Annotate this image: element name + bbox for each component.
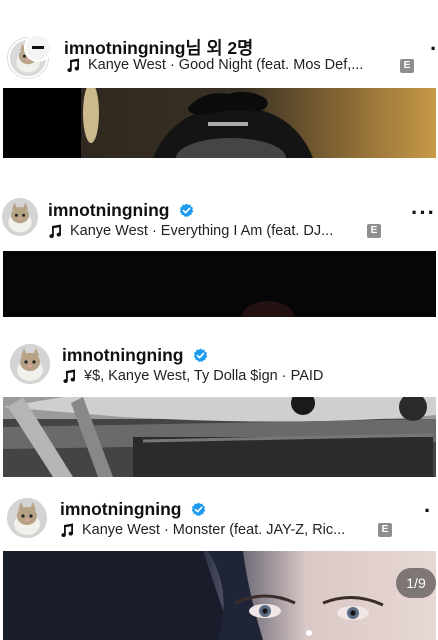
verified-badge-icon	[192, 502, 206, 517]
photo-image	[3, 88, 436, 158]
post-photo-1[interactable]	[3, 88, 436, 158]
avatar-stack-second	[24, 34, 52, 62]
music-note-icon	[63, 369, 76, 383]
more-options-icon[interactable]: ·	[424, 498, 432, 524]
more-options-icon[interactable]: ···	[411, 200, 436, 226]
music-note-icon	[49, 224, 62, 238]
avatar[interactable]	[7, 498, 47, 538]
song-text[interactable]: Kanye West · Monster (feat. JAY-Z, Ric..…	[82, 522, 345, 538]
verified-badge-icon	[180, 203, 194, 218]
avatar[interactable]	[10, 344, 50, 384]
username-text[interactable]: imnotningning	[48, 200, 170, 220]
post-header-3: imnotningning ¥$, Kanye West, Ty Dolla $…	[0, 334, 438, 396]
photo-image	[3, 551, 436, 640]
post-header-4: imnotningning Kanye West · Monster (feat…	[0, 490, 438, 550]
music-line[interactable]: ¥$, Kanye West, Ty Dolla $ign · PAID	[62, 368, 323, 384]
explicit-badge-icon: E	[400, 59, 414, 73]
collab-suffix: 님 외 2명	[185, 38, 254, 58]
cat-avatar-icon	[2, 199, 38, 235]
username-text[interactable]: imnotningning	[60, 499, 182, 519]
cat-avatar-icon	[10, 344, 50, 384]
username[interactable]: imnotningning	[62, 345, 208, 366]
verified-badge-icon	[194, 348, 208, 363]
post-photo-3[interactable]	[3, 397, 436, 477]
music-note-icon	[67, 58, 80, 72]
music-line[interactable]: Kanye West · Monster (feat. JAY-Z, Ric..…	[60, 522, 345, 538]
post-photo-4[interactable]	[3, 551, 436, 640]
avatar[interactable]	[2, 198, 38, 236]
photo-image	[3, 251, 436, 317]
photo-image	[3, 397, 436, 477]
song-text[interactable]: Kanye West · Everything I Am (feat. DJ..…	[70, 223, 333, 239]
username[interactable]: imnotningning	[60, 499, 206, 520]
song-text[interactable]: ¥$, Kanye West, Ty Dolla $ign · PAID	[84, 368, 323, 384]
username[interactable]: imnotningning	[48, 200, 194, 221]
music-line[interactable]: Kanye West · Everything I Am (feat. DJ..…	[48, 223, 333, 239]
carousel-counter: 1/9	[396, 568, 436, 598]
music-note-icon	[61, 523, 74, 537]
username-text[interactable]: imnotningning	[62, 345, 184, 365]
post-header-2: imnotningning Kanye West · Everything I …	[0, 186, 438, 250]
explicit-badge-icon: E	[367, 224, 381, 238]
post-photo-2[interactable]	[3, 251, 436, 317]
explicit-badge-icon: E	[378, 523, 392, 537]
music-line[interactable]: Kanye West · Good Night (feat. Mos Def,.…	[66, 57, 363, 73]
post-header-1: imnotningning님 외 2명 Kanye West · Good Ni…	[0, 0, 438, 88]
cat-avatar-icon	[7, 498, 47, 538]
more-options-icon[interactable]: ·	[430, 36, 438, 62]
username-text[interactable]: imnotningning	[64, 38, 186, 58]
song-text[interactable]: Kanye West · Good Night (feat. Mos Def,.…	[88, 57, 363, 73]
